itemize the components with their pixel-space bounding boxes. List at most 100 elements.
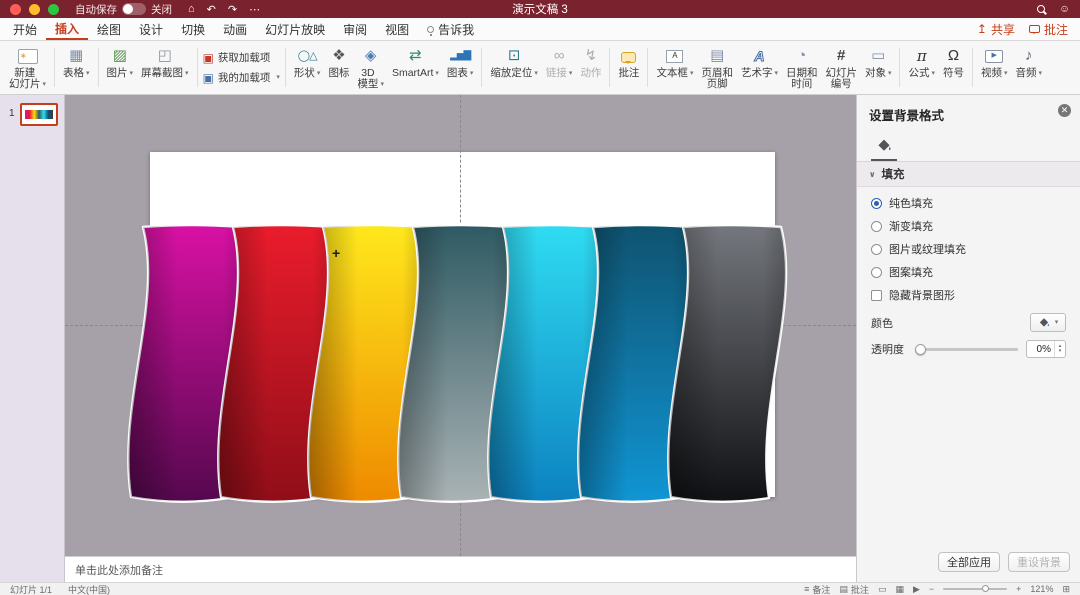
slide-sorter-view-icon[interactable]: ▦ xyxy=(895,584,904,595)
date-time-button[interactable]: ◔ 日期和 时间 xyxy=(782,43,822,92)
minimize-window-button[interactable] xyxy=(29,3,40,15)
new-slide-button[interactable]: 新建 幻灯片▾ xyxy=(5,43,50,92)
feedback-smiley-icon[interactable]: ☺ xyxy=(1059,3,1070,15)
close-panel-icon[interactable]: ✕ xyxy=(1058,104,1071,117)
icons-label: 图标 xyxy=(328,67,350,79)
notes-placeholder[interactable]: 单击此处添加备注 xyxy=(75,562,163,578)
zoom-slider-knob[interactable] xyxy=(981,585,989,592)
wordart-button[interactable]: A 艺术字 ▾ xyxy=(737,43,782,92)
picture-icon: ▨ xyxy=(112,47,127,64)
transparency-value-field[interactable]: 0% ▴ ▾ xyxy=(1026,340,1066,358)
slideshow-view-icon[interactable]: ▶ xyxy=(913,584,920,595)
reset-background-button[interactable]: 重设背景 xyxy=(1008,552,1070,572)
smartart-label: SmartArt xyxy=(391,67,434,79)
search-icon[interactable] xyxy=(1037,5,1046,13)
comment-icon xyxy=(621,46,637,66)
video-button[interactable]: ▶ 视频 ▾ xyxy=(977,43,1012,92)
header-footer-label: 页眉和 页脚 xyxy=(701,67,733,90)
link-button[interactable]: ∞ 链接 ▾ xyxy=(542,43,577,92)
text-group: A 文本框 ▾ ▤ 页眉和 页脚 A 艺术字 ▾ ◔ 日期和 时间 # 幻灯片 编号… xyxy=(649,43,898,92)
home-icon[interactable]: ⌂ xyxy=(188,3,195,16)
tab-insert[interactable]: 插入 xyxy=(46,18,89,40)
fit-slide-icon[interactable]: ⊞ xyxy=(1062,584,1070,595)
chevron-down-icon: ▾ xyxy=(435,70,439,77)
table-label: 表格 xyxy=(63,67,85,79)
slide-thumbnail[interactable] xyxy=(19,103,58,126)
smartart-button[interactable]: ⇄ SmartArt ▾ xyxy=(388,43,443,92)
redo-icon[interactable]: ↷ xyxy=(228,3,237,16)
zoom-in-icon[interactable]: + xyxy=(1016,584,1021,594)
picture-fill-option[interactable]: 图片或纹理填充 xyxy=(871,241,1066,257)
notes-pane[interactable]: 单击此处添加备注 xyxy=(65,556,856,582)
text-box-icon: A xyxy=(666,46,684,66)
header-footer-button[interactable]: ▤ 页眉和 页脚 xyxy=(697,43,737,92)
gradient-fill-option[interactable]: 渐变填充 xyxy=(871,218,1066,234)
zoom-level[interactable]: 121% xyxy=(1030,584,1053,594)
chart-button[interactable]: ▂▅▇ 图表 ▾ xyxy=(443,43,478,92)
fill-section-header[interactable]: ∨ 填充 xyxy=(857,162,1080,187)
normal-view-icon[interactable]: ▭ xyxy=(878,584,887,595)
solid-fill-option[interactable]: 纯色填充 xyxy=(871,195,1066,211)
close-window-button[interactable] xyxy=(10,3,21,15)
pictures-button[interactable]: ▨ 图片 ▾ xyxy=(103,43,138,92)
tab-animations[interactable]: 动画 xyxy=(214,18,256,40)
tab-design[interactable]: 设计 xyxy=(130,18,172,40)
slide-ribbons-svg[interactable] xyxy=(65,95,856,556)
slide-number-button[interactable]: # 幻灯片 编号 xyxy=(821,43,861,92)
more-commands-icon[interactable]: ⋯ xyxy=(249,3,260,16)
main-content: 1 + 单击此处添加备注 设置背景格式 ✕ ∨ 填充 纯色填充 渐变填充 图片或… xyxy=(0,95,1080,582)
table-button[interactable]: ▦ 表格 ▾ xyxy=(59,43,94,92)
zoom-slider[interactable] xyxy=(943,585,1008,592)
get-addins-button[interactable]: ▣ 获取加载项 xyxy=(203,50,280,65)
notes-toggle[interactable]: ≡ 备注 xyxy=(804,583,830,595)
zoom-out-icon[interactable]: − xyxy=(929,584,934,594)
autosave-toggle[interactable] xyxy=(122,3,146,15)
share-button[interactable]: ↥ 共享 xyxy=(977,21,1015,38)
tab-transitions[interactable]: 切换 xyxy=(172,18,214,40)
pattern-fill-option[interactable]: 图案填充 xyxy=(871,264,1066,280)
action-label: 动作 xyxy=(580,67,602,79)
ribbon-group-divider xyxy=(972,48,973,87)
slide-number-icon: # xyxy=(837,47,846,64)
equation-icon: π xyxy=(916,47,927,65)
pattern-fill-label: 图案填充 xyxy=(889,267,933,279)
language-status[interactable]: 中文(中国) xyxy=(68,583,110,595)
undo-icon[interactable]: ↶ xyxy=(207,3,216,16)
comments-toggle[interactable]: ▤ 批注 xyxy=(839,583,869,595)
symbol-button[interactable]: Ω 符号 xyxy=(939,43,968,92)
tab-slideshow[interactable]: 幻灯片放映 xyxy=(256,18,334,40)
ribbon-tabs: 开始 插入 绘图 设计 切换 动画 幻灯片放映 审阅 视图 告诉我 ↥ 共享 批注 xyxy=(0,18,1080,41)
apply-to-all-button[interactable]: 全部应用 xyxy=(938,552,1000,572)
object-button[interactable]: ▭ 对象 ▾ xyxy=(861,43,896,92)
slide-canvas[interactable]: + xyxy=(65,95,856,556)
icons-button[interactable]: ❖ 图标 xyxy=(324,43,353,92)
shapes-button[interactable]: ◯△ 形状 ▾ xyxy=(290,43,325,92)
chevron-down-icon: ▾ xyxy=(86,70,90,77)
audio-button[interactable]: ♪ 音频 ▾ xyxy=(1012,43,1047,92)
3d-models-button[interactable]: ◈ 3D 模型 ▾ xyxy=(353,43,388,92)
transparency-slider[interactable] xyxy=(915,343,1018,355)
paint-bucket-icon xyxy=(1039,317,1049,327)
tab-review[interactable]: 审阅 xyxy=(334,18,376,40)
stepper-arrows-icon[interactable]: ▴ ▾ xyxy=(1054,341,1065,357)
fullscreen-window-button[interactable] xyxy=(48,3,59,15)
slider-knob[interactable] xyxy=(915,343,926,355)
comments-button[interactable]: 批注 xyxy=(1028,21,1068,38)
action-button[interactable]: ↯ 动作 xyxy=(576,43,605,92)
text-box-button[interactable]: A 文本框 ▾ xyxy=(652,43,697,92)
fill-tab[interactable] xyxy=(871,136,897,161)
hide-background-option[interactable]: 隐藏背景图形 xyxy=(871,287,1066,303)
slide-thumbnails-panel: 1 xyxy=(0,95,65,582)
my-addins-button[interactable]: ▣ 我的加载项 ▾ xyxy=(203,70,280,85)
cursor-crosshair-icon: + xyxy=(332,245,341,261)
tab-view[interactable]: 视图 xyxy=(376,18,418,40)
new-comment-button[interactable]: 批注 xyxy=(614,43,643,92)
color-picker-button[interactable]: ▾ xyxy=(1030,313,1066,332)
tab-tellme[interactable]: 告诉我 xyxy=(418,18,483,40)
zoom-sections-button[interactable]: ⊡ 缩放定位 ▾ xyxy=(486,43,542,92)
tab-home[interactable]: 开始 xyxy=(4,18,46,40)
quick-access-toolbar: ⌂ ↶ ↷ ⋯ xyxy=(188,3,260,16)
tab-draw[interactable]: 绘图 xyxy=(88,18,130,40)
equation-button[interactable]: π 公式 ▾ xyxy=(904,43,939,92)
screenshot-button[interactable]: ◰ 屏幕截图 ▾ xyxy=(137,43,193,92)
